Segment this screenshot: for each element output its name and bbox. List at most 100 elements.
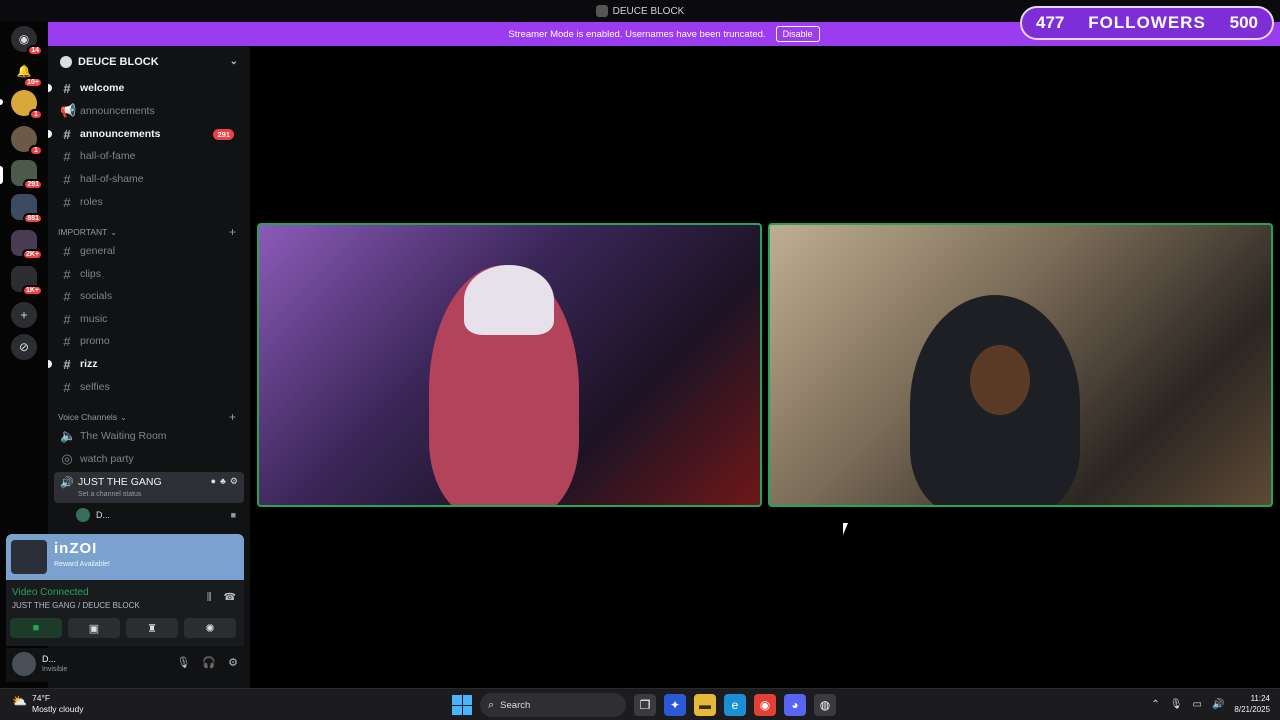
rail-badge: 10+ — [23, 77, 43, 88]
soundboard-button[interactable]: ✺ — [184, 618, 236, 638]
channel-general[interactable]: # general — [56, 241, 244, 261]
headphones-icon[interactable]: 🎧 — [202, 656, 216, 669]
gear-icon[interactable]: ⚙ — [228, 656, 238, 669]
channel-music[interactable]: # music — [56, 309, 244, 329]
noise-suppression-icon[interactable]: ⫼ — [207, 592, 212, 603]
add-channel-icon[interactable]: + — [229, 410, 236, 424]
plus-icon: + — [20, 308, 28, 322]
microphone-icon[interactable]: 🎙 — [1170, 699, 1183, 710]
obs-icon[interactable]: ◍ — [814, 694, 836, 716]
unread-dot — [48, 84, 52, 92]
category-voice-channels[interactable]: Voice Channels ⌄ + — [58, 410, 244, 424]
volume-icon[interactable]: 🔊 — [1212, 699, 1224, 710]
server-logo-icon — [60, 56, 72, 68]
clock[interactable]: 11:24 8/21/2025 — [1234, 693, 1270, 715]
channel-label: hall-of-fame — [80, 150, 136, 162]
channel-announcements[interactable]: # announcements 291 — [56, 124, 244, 144]
file-explorer-icon[interactable]: ▬ — [694, 694, 716, 716]
chevron-down-icon: ⌄ — [110, 227, 117, 237]
connection-status[interactable]: Video Connected — [12, 587, 89, 598]
connection-path[interactable]: JUST THE GANG / DEUCE BLOCK — [12, 601, 140, 610]
display-icon[interactable]: ▭ — [1193, 699, 1202, 710]
voice-channel-watch-party[interactable]: ◎ watch party — [56, 449, 244, 469]
chrome-icon[interactable]: ◉ — [754, 694, 776, 716]
chat-icon[interactable]: ● — [211, 476, 216, 487]
channel-hall-of-fame[interactable]: # hall-of-fame — [56, 146, 244, 166]
promo-card[interactable]: inZOI Reward Available! — [6, 534, 244, 580]
voice-participant[interactable]: D... ■ — [76, 507, 242, 523]
windows-start-icon[interactable] — [452, 695, 472, 715]
taskbar-apps: ⌕ Search ❐ ✦ ▬ e ◉ ◕ ◍ — [452, 693, 836, 717]
channel-rizz[interactable]: # rizz — [56, 354, 244, 374]
promo-subtitle: Reward Available! — [54, 561, 110, 568]
windows-taskbar: ⛅ 74°F Mostly cloudy ⌕ Search ❐ ✦ ▬ e ◉ … — [0, 688, 1280, 720]
user-name[interactable]: D... — [42, 654, 56, 664]
hash-icon: # — [63, 288, 71, 304]
window-title: DEUCE BLOCK — [612, 5, 685, 17]
channel-label: general — [80, 245, 116, 257]
add-channel-icon[interactable]: + — [229, 225, 236, 239]
speaker-icon: 🔈 — [60, 428, 77, 443]
notifications-button[interactable]: 🔔 10+ — [11, 58, 43, 88]
participant-name: D... — [96, 510, 111, 520]
server-icon — [595, 5, 608, 17]
channel-label: The Waiting Room — [80, 430, 167, 442]
gear-icon[interactable]: ⚙ — [230, 476, 238, 487]
user-avatar[interactable] — [12, 652, 36, 676]
channel-selfies[interactable]: # selfies — [56, 377, 244, 397]
server-folder-d[interactable]: 881 — [11, 194, 43, 224]
active-voice-channel[interactable]: 🔊 JUST THE GANG Set a channel status ● ♣… — [54, 472, 244, 503]
hash-icon: # — [63, 148, 71, 164]
voice-channel-waiting-room[interactable]: 🔈 The Waiting Room — [56, 426, 244, 446]
server-folder-e[interactable]: 2K+ — [11, 230, 43, 260]
channel-label: music — [80, 313, 108, 325]
rail-badge: 1K+ — [21, 285, 43, 296]
weather-widget[interactable]: ⛅ 74°F Mostly cloudy — [12, 693, 84, 715]
video-tile-left[interactable] — [257, 223, 762, 507]
search-label: Search — [500, 699, 531, 711]
followers-current: 477 — [1036, 13, 1065, 32]
server-icon-c[interactable]: 291 — [11, 160, 43, 190]
chevron-up-icon[interactable]: ⌃ — [1151, 699, 1159, 710]
category-label: Voice Channels — [58, 412, 118, 422]
channel-promo[interactable]: # promo — [56, 331, 244, 351]
camera-button[interactable]: ■ — [10, 618, 62, 638]
activities-button[interactable]: ♜ — [126, 618, 178, 638]
channel-status[interactable]: Set a channel status — [78, 491, 141, 498]
disconnect-icon[interactable]: ☎ — [224, 592, 236, 603]
channel-hall-of-shame[interactable]: # hall-of-shame — [56, 169, 244, 189]
soundboard-icon: ✺ — [205, 622, 215, 635]
discover-button[interactable]: ⊘ — [11, 334, 37, 360]
channel-clips[interactable]: # clips — [56, 264, 244, 284]
discord-icon[interactable]: ◕ — [784, 694, 806, 716]
task-view-icon[interactable]: ❐ — [634, 694, 656, 716]
channel-label: selfies — [80, 381, 110, 393]
category-important[interactable]: IMPORTANT ⌄ + — [58, 225, 244, 239]
channel-label: welcome — [80, 82, 125, 94]
active-voice-name: JUST THE GANG — [78, 476, 162, 488]
server-folder-f[interactable]: 1K+ — [11, 266, 43, 296]
screen-share-button[interactable]: ▣ — [68, 618, 120, 638]
server-icon-b[interactable]: 1 — [11, 126, 43, 156]
channel-welcome[interactable]: # welcome — [56, 78, 244, 98]
hash-icon: # — [63, 379, 71, 395]
followers-goal-overlay: 477 FOLLOWERS 500 — [1020, 6, 1274, 40]
add-server-button[interactable]: + — [11, 302, 37, 328]
video-tile-right[interactable] — [768, 223, 1273, 507]
channel-announcements-news[interactable]: 📢 announcements — [56, 101, 244, 121]
home-button[interactable]: ◉ 14 — [11, 26, 43, 56]
mention-badge: 291 — [213, 129, 234, 140]
microphone-icon[interactable]: 🎙 — [176, 656, 190, 669]
unread-dot — [48, 360, 52, 368]
hash-icon: # — [63, 171, 71, 187]
disable-button[interactable]: Disable — [775, 26, 820, 42]
system-tray: ⌃ 🎙 ▭ 🔊 11:24 8/21/2025 — [1151, 693, 1270, 715]
channel-roles[interactable]: # roles — [56, 192, 244, 212]
channel-socials[interactable]: # socials — [56, 286, 244, 306]
server-header[interactable]: DEUCE BLOCK ⌄ — [48, 46, 250, 78]
edge-icon[interactable]: e — [724, 694, 746, 716]
invite-icon[interactable]: ♣ — [220, 476, 226, 487]
copilot-icon[interactable]: ✦ — [664, 694, 686, 716]
server-icon-a[interactable]: 1 — [11, 90, 43, 120]
taskbar-search[interactable]: ⌕ Search — [480, 693, 626, 717]
